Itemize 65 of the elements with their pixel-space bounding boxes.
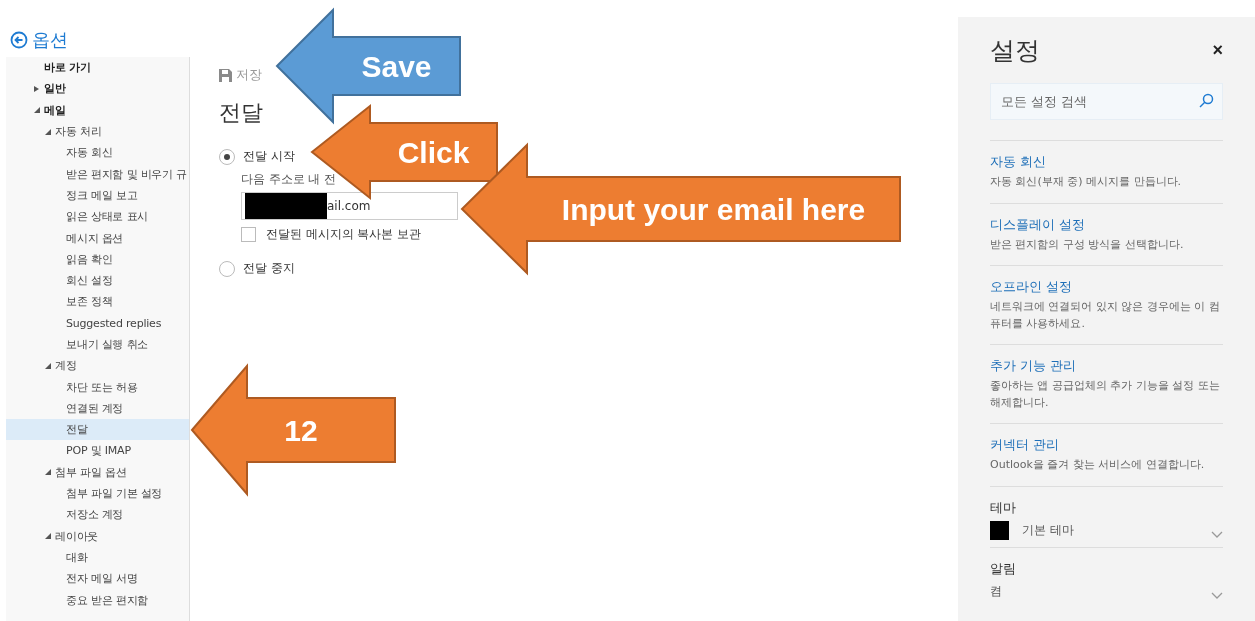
checkbox[interactable] bbox=[241, 227, 256, 242]
sidebar-item[interactable]: 중요 받은 편지함 bbox=[6, 589, 189, 611]
sidebar-item[interactable]: 메시지 옵션 bbox=[6, 227, 189, 249]
dropdown[interactable]: 켬 bbox=[990, 581, 1223, 602]
callout-label: Input your email here bbox=[561, 193, 866, 226]
chevron-down-icon bbox=[1211, 591, 1223, 600]
dropdown[interactable]: 기본 테마 bbox=[990, 520, 1223, 541]
panel-title: 설정 bbox=[990, 34, 1040, 67]
callout-label: 12 bbox=[284, 414, 318, 447]
sidebar-item[interactable]: 읽음 확인 bbox=[6, 248, 189, 270]
sidebar-item[interactable]: 보존 정책 bbox=[6, 291, 189, 313]
sidebar-item[interactable]: 전달 bbox=[6, 419, 189, 441]
settings-link[interactable]: 디스플레이 설정 bbox=[990, 215, 1223, 234]
sidebar-item[interactable]: 일반 bbox=[6, 78, 189, 100]
sidebar-item[interactable]: 자동 처리 bbox=[6, 120, 189, 143]
setting-label: 테마 bbox=[990, 498, 1017, 517]
link-description: 네트워크에 연결되어 있지 않은 경우에는 이 컴퓨터를 사용하세요. bbox=[990, 299, 1221, 332]
search-icon bbox=[1198, 93, 1214, 109]
caret-icon bbox=[45, 533, 51, 540]
page-heading: 전달 bbox=[219, 99, 264, 127]
link-description: 자동 회신(부재 중) 메시지를 만듭니다. bbox=[990, 174, 1183, 190]
caret-icon bbox=[34, 85, 40, 92]
settings-link[interactable]: 오프라인 설정 bbox=[990, 278, 1223, 296]
sidebar-item[interactable]: 레이아웃 bbox=[6, 525, 189, 547]
caret-icon bbox=[45, 362, 51, 369]
settings-link[interactable]: 추가 기능 관리 bbox=[990, 357, 1223, 375]
radio-label: 전달 시작 bbox=[243, 148, 295, 165]
sidebar-item[interactable]: 회신 설정 bbox=[6, 269, 189, 292]
search-field[interactable]: 모든 설정 검색 bbox=[990, 83, 1223, 120]
sidebar-item[interactable]: Suggested replies bbox=[6, 312, 189, 334]
sidebar-item[interactable]: 저장소 계정 bbox=[6, 504, 189, 526]
settings-link[interactable]: 자동 회신 bbox=[990, 153, 1223, 171]
sidebar-item[interactable]: 첨부 파일 옵션 bbox=[6, 461, 189, 483]
settings-link[interactable]: 커넥터 관리 bbox=[990, 436, 1223, 454]
sidebar-item[interactable]: 연결된 계정 bbox=[6, 397, 189, 420]
sidebar-item[interactable]: 받은 편지함 및 비우기 규 bbox=[6, 163, 189, 185]
setting-label: 알림 bbox=[990, 559, 1017, 578]
sidebar-item[interactable]: POP 및 IMAP bbox=[6, 440, 189, 462]
sidebar-item[interactable]: 전자 메일 서명 bbox=[6, 568, 189, 590]
link-description: 좋아하는 앱 공급업체의 추가 기능을 설정 또는 해제합니다. bbox=[990, 378, 1221, 411]
caret-icon bbox=[45, 128, 51, 135]
link-description: 받은 편지함의 구성 방식을 선택합니다. bbox=[990, 236, 1185, 253]
chevron-down-icon bbox=[1211, 530, 1223, 539]
callout-label: Save bbox=[361, 50, 432, 83]
field-label: 다음 주소로 내 전 bbox=[241, 172, 337, 187]
sidebar-item[interactable]: 바로 가기 bbox=[6, 57, 189, 79]
sidebar-item[interactable]: 보내기 실행 취소 bbox=[6, 333, 189, 356]
close-button[interactable]: × bbox=[1212, 39, 1223, 61]
sidebar-item[interactable]: 차단 또는 허용 bbox=[6, 376, 189, 398]
back-icon bbox=[10, 31, 28, 49]
caret-icon bbox=[45, 469, 51, 476]
sidebar-item[interactable]: 대화 bbox=[6, 546, 189, 569]
radio-label: 전달 중지 bbox=[243, 260, 295, 277]
caret-icon bbox=[34, 107, 40, 114]
sidebar-item[interactable]: 메일 bbox=[6, 99, 189, 121]
sidebar-item[interactable]: 첨부 파일 기본 설정 bbox=[6, 482, 189, 505]
sidebar-item[interactable]: 계정 bbox=[6, 355, 189, 377]
email-input-field[interactable]: ail.com bbox=[241, 192, 458, 220]
sidebar-item[interactable]: 정크 메일 보고 bbox=[6, 184, 189, 207]
sidebar-item[interactable]: 자동 회신 bbox=[6, 142, 189, 164]
back-button[interactable]: 옵션 bbox=[10, 28, 190, 52]
checkbox-label: 전달된 메시지의 복사본 보관 bbox=[266, 227, 421, 242]
callout-label: Click bbox=[397, 136, 470, 169]
sidebar-item[interactable]: 읽은 상태로 표시 bbox=[6, 206, 189, 228]
link-description: Outlook을 즐겨 찾는 서비스에 연결합니다. bbox=[990, 457, 1206, 473]
